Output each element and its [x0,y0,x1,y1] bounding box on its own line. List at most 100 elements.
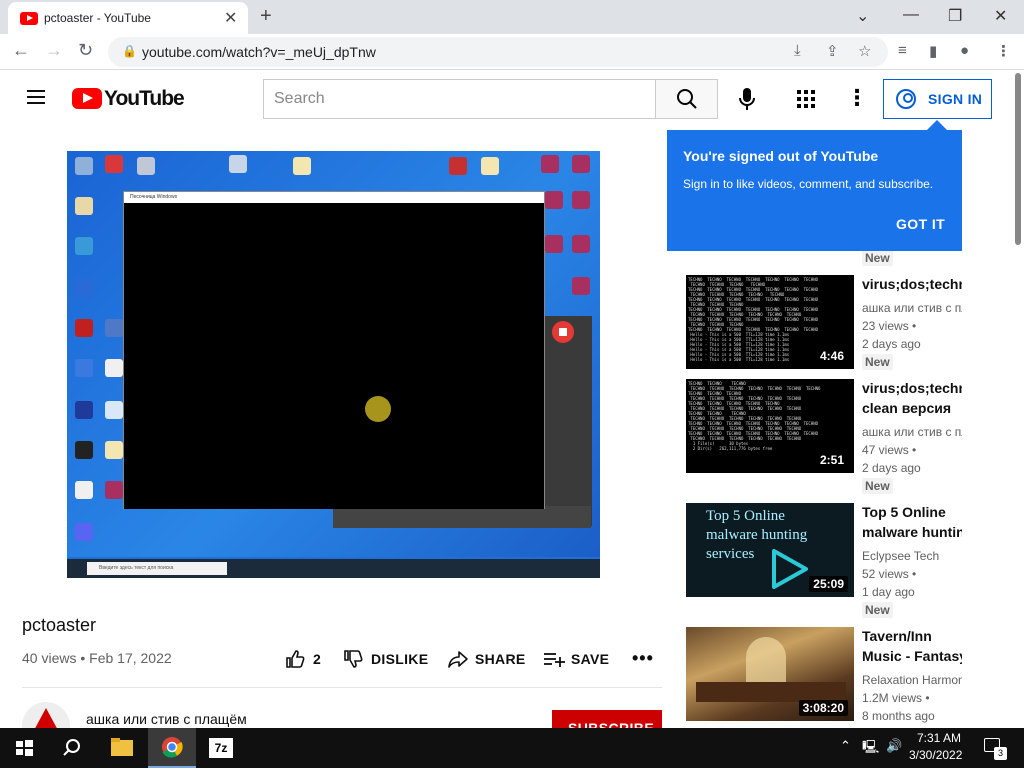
search-button[interactable] [655,79,718,119]
new-badge: New [862,478,893,494]
tavern-table-art [696,682,846,702]
got-it-button[interactable]: GOT IT [896,216,945,232]
sandbox-window-content [124,203,544,509]
address-bar[interactable]: 🔒 youtube.com/watch?v=_meUj_dpTnw ⤓ ⇪ ☆ [108,37,888,67]
recommendation-thumbnail[interactable]: 3:08:20 [686,627,854,721]
apps-grid-icon [797,90,815,108]
video-title: pctoaster [22,615,97,635]
desktop-icon [75,279,93,297]
recommendation-title[interactable]: Top 5 Online [862,502,962,522]
recommendation-channel[interactable]: ашка или стив с плащём [862,301,962,315]
tab-title: pctoaster - YouTube [44,11,151,25]
browser-tab[interactable]: pctoaster - YouTube ✕ [8,2,248,34]
browser-toolbar: ← → ↻ 🔒 youtube.com/watch?v=_meUj_dpTnw … [0,34,1024,70]
desktop-icon [572,191,590,209]
search-input[interactable] [263,79,656,119]
recommendation-date: 8 months ago [862,709,935,723]
video-duration: 2:51 [815,452,848,468]
close-tab-icon[interactable]: ✕ [224,8,237,28]
volume-icon[interactable]: 🔊 [886,738,902,754]
desktop-icon [572,235,590,253]
install-icon[interactable]: ⤓ [794,42,801,59]
notification-count-badge: 3 [994,747,1007,760]
more-actions-icon[interactable]: ••• [632,648,654,669]
desktop-icon [75,401,93,419]
file-explorer-icon[interactable] [98,728,146,768]
windows-taskbar: 7z ⌃ 🖳 🔊 7:31 AM 3/30/2022 3 [0,728,1024,768]
hamburger-menu-icon[interactable] [27,90,45,104]
tooltip-title: You're signed out of YouTube [683,148,879,164]
desktop-icon [75,481,93,499]
tavern-window-art [746,637,786,687]
scrollbar-thumb[interactable] [1015,73,1021,245]
browser-tab-strip: pctoaster - YouTube ✕ + ⌄ — ❐ ✕ [0,0,1024,34]
clock-time[interactable]: 7:31 AM [917,731,961,745]
save-label: SAVE [571,651,610,667]
new-badge: New [862,602,893,618]
desktop-icon [105,359,123,377]
minimize-icon[interactable]: — [903,6,919,24]
desktop-icon [105,481,123,499]
share-page-icon[interactable]: ⇪ [826,42,839,60]
divider [22,687,662,688]
channel-name[interactable]: ашка или стив с плащём [86,711,247,727]
windows-start-icon[interactable] [0,728,48,768]
settings-more-icon[interactable]: ⋮ [846,85,868,111]
recommendation-title-line2[interactable]: clean версия [862,398,962,418]
add-to-playlist-icon [544,653,565,667]
recommendation-channel[interactable]: Relaxation Harmony [862,673,962,687]
side-panel-icon[interactable]: ▮ [929,42,937,60]
profile-icon[interactable]: ● [960,42,969,59]
sign-in-label: SIGN IN [928,91,983,107]
share-icon [448,651,468,668]
apps-grid-button[interactable] [797,90,815,113]
recommendation-title-line2[interactable]: Music - Fantasy [862,646,962,666]
tab-search-chevron-icon[interactable]: ⌄ [856,6,869,26]
youtube-header: YouTube ⋮ SIGN IN [0,71,1024,127]
play-logo-icon [772,549,808,589]
recommendation-views: 23 views • [862,319,917,333]
new-tab-icon[interactable]: + [260,5,272,28]
forward-arrow-icon[interactable]: → [45,40,63,61]
terminal-thumbnail-art: TECHNO TECHNO TECHNO TECHNO TECHNO TECHN… [688,277,819,362]
voice-search-button[interactable] [734,85,760,113]
tooltip-body: Sign in to like videos, comment, and sub… [683,177,934,191]
bookmark-star-icon[interactable]: ☆ [858,42,871,60]
recommendation-channel[interactable]: ашка или стив с плащём [862,425,962,439]
recommendation-title[interactable]: Tavern/Inn [862,626,962,646]
clock-date[interactable]: 3/30/2022 [909,748,962,762]
taskbar-search-icon[interactable] [48,728,96,768]
network-icon[interactable]: 🖳 [862,738,879,760]
7zip-taskbar-button[interactable]: 7z [198,728,246,768]
desktop-icon [545,191,563,209]
recommendation-thumbnail[interactable]: TECHNO TECHNO TECHNO TECHNO TECHNO TECHN… [686,275,854,369]
sign-in-button[interactable]: SIGN IN [883,79,992,119]
back-arrow-icon[interactable]: ← [12,40,30,61]
share-label: SHARE [475,651,526,667]
new-badge: New [862,250,893,266]
recommendation-title[interactable]: virus;dos;technology [862,378,962,398]
desktop-icon [541,155,559,173]
desktop-icon [449,157,467,175]
media-queue-icon[interactable]: ≡ [898,42,907,59]
desktop-icon [137,157,155,175]
chrome-taskbar-button[interactable] [148,728,196,768]
video-duration: 25:09 [809,576,848,592]
video-inner-taskbar: Введите здесь текст для поиска [67,559,600,578]
recommendation-date: 1 day ago [862,585,915,599]
recommendation-thumbnail[interactable]: Top 5 Online malware hunting services 25… [686,503,854,597]
window-close-icon[interactable]: ✕ [994,6,1007,26]
recommendation-title-line2[interactable]: malware hunting services [862,522,962,542]
recommendation-thumbnail[interactable]: TECHNO TECHNO TECHNO TECHNO TECHNO TECHN… [686,379,854,473]
restore-icon[interactable]: ❐ [948,6,962,26]
video-inner-search: Введите здесь текст для поиска [87,562,227,575]
show-hidden-icons-chevron-icon[interactable]: ⌃ [840,738,851,754]
youtube-logo-text: YouTube [104,87,185,110]
reload-icon[interactable]: ↻ [78,40,93,61]
recommendation-channel[interactable]: Eclypsee Tech [862,549,962,563]
recommendation-title[interactable]: virus;dos;technology [862,274,962,294]
video-duration: 4:46 [815,348,848,364]
video-player[interactable]: Песочница Windows Введите здесь текст дл… [67,151,600,578]
video-meta: 40 views • Feb 17, 2022 [22,650,172,666]
browser-menu-icon[interactable]: ⋮ [996,42,1011,60]
